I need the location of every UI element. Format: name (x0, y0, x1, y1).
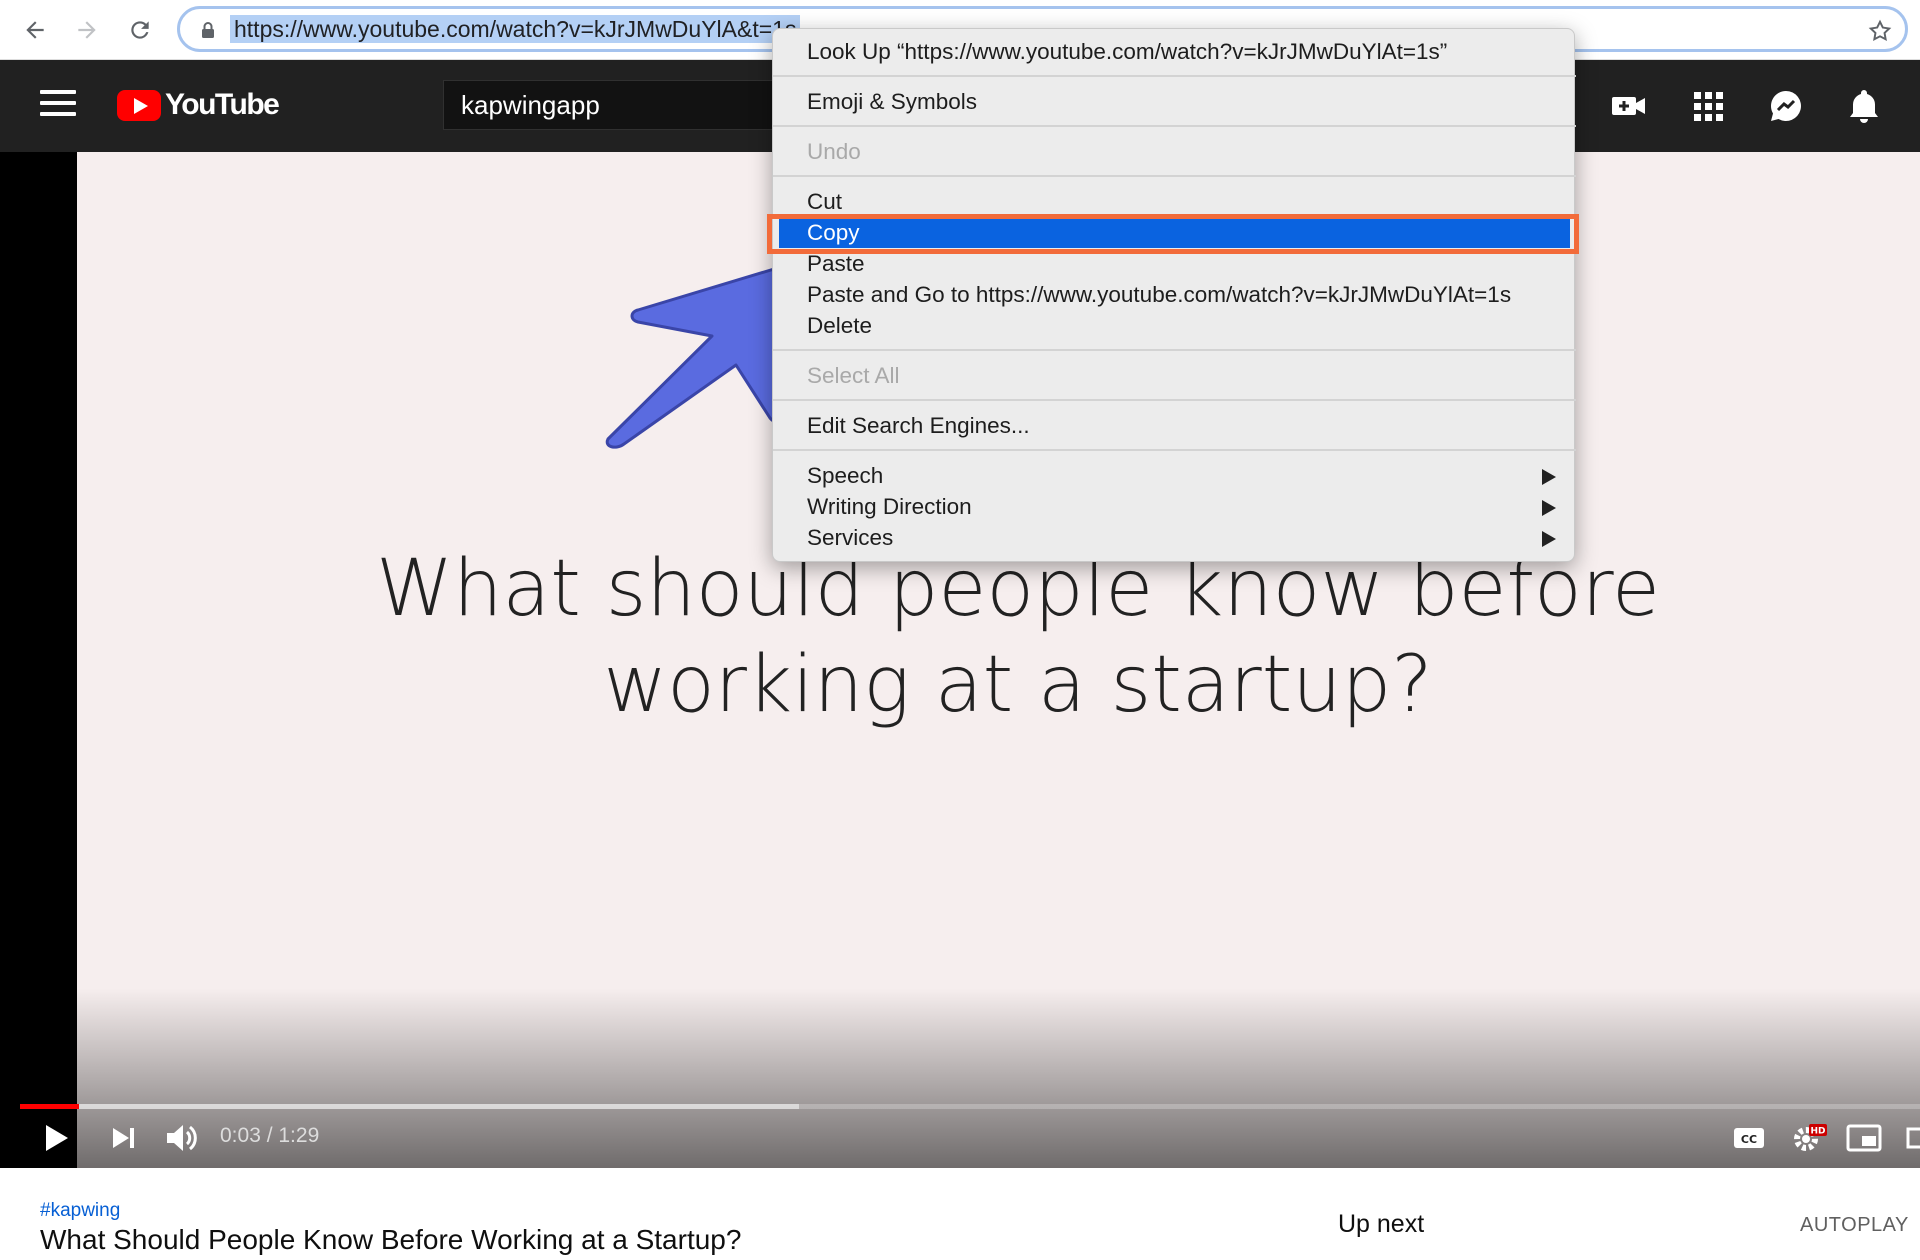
menu-item-paste-and-go[interactable]: Paste and Go to https://www.youtube.com/… (773, 279, 1576, 310)
video-title: What Should People Know Before Working a… (40, 1224, 742, 1255)
menu-item-writing-direction-label: Writing Direction (807, 494, 972, 519)
menu-item-delete[interactable]: Delete (773, 310, 1576, 341)
arrow-right-icon (78, 21, 96, 39)
autoplay-label: AUTOPLAY (1800, 1214, 1909, 1236)
progress-bar[interactable] (20, 1104, 1920, 1109)
bookmark-star-icon[interactable] (1867, 18, 1893, 44)
search-input[interactable]: kapwingapp (443, 80, 783, 130)
context-menu: Look Up “https://www.youtube.com/watch?v… (772, 28, 1576, 562)
menu-item-cut[interactable]: Cut (773, 186, 1576, 217)
reload-icon (131, 21, 149, 39)
hamburger-menu-icon[interactable] (40, 90, 76, 120)
progress-buffered (20, 1104, 799, 1109)
menu-item-emoji-symbols[interactable]: Emoji & Symbols (773, 86, 1576, 117)
menu-separator (773, 75, 1576, 77)
video-info: #kapwing What Should People Know Before … (0, 1168, 1920, 1260)
gear-icon: HD (1794, 1124, 1827, 1151)
menu-separator (773, 349, 1576, 351)
theater-mode-button[interactable] (1906, 1118, 1920, 1158)
hashtag-link[interactable]: #kapwing (40, 1200, 120, 1222)
arrow-left-icon (26, 21, 44, 39)
play-icon (46, 1125, 68, 1151)
menu-item-speech[interactable]: Speech (773, 460, 1576, 491)
play-button[interactable] (38, 1118, 72, 1158)
menu-separator (773, 399, 1576, 401)
menu-separator (773, 449, 1576, 451)
miniplayer-icon (1846, 1124, 1882, 1152)
menu-item-look-up[interactable]: Look Up “https://www.youtube.com/watch?v… (773, 36, 1576, 67)
youtube-play-logo-icon (117, 89, 161, 121)
url-text-selected[interactable]: https://www.youtube.com/watch?v=kJrJMwDu… (230, 15, 801, 43)
svg-text:CC: CC (1741, 1133, 1757, 1146)
annotation-arrow-icon (605, 264, 796, 449)
forward-button[interactable] (67, 10, 107, 50)
closed-captions-icon: CC (1734, 1128, 1764, 1148)
submenu-arrow-icon (1542, 469, 1556, 485)
submenu-arrow-icon (1542, 531, 1556, 547)
messages-icon[interactable] (1766, 86, 1806, 126)
menu-item-undo: Undo (807, 139, 861, 164)
progress-played (20, 1104, 79, 1109)
lock-icon (202, 22, 214, 38)
volume-icon (167, 1125, 197, 1151)
apps-grid-icon[interactable] (1688, 86, 1728, 126)
menu-item-edit-search-engines[interactable]: Edit Search Engines... (773, 410, 1576, 441)
time-display: 0:03 / 1:29 (220, 1124, 320, 1147)
next-button[interactable] (108, 1118, 138, 1158)
menu-item-services-label: Services (807, 525, 894, 550)
back-button[interactable] (15, 10, 55, 50)
up-next-label: Up next (1338, 1210, 1425, 1238)
menu-item-services[interactable]: Services (773, 522, 1576, 553)
notifications-bell-icon[interactable] (1844, 86, 1884, 126)
volume-button[interactable] (163, 1118, 199, 1158)
hd-badge: HD (1810, 1127, 1825, 1137)
settings-button[interactable]: HD (1788, 1118, 1828, 1158)
reload-button[interactable] (120, 10, 160, 50)
miniplayer-button[interactable] (1846, 1118, 1882, 1158)
video-slide-title-line-2: working at a startup? (603, 640, 1433, 730)
menu-separator (773, 175, 1576, 177)
create-video-icon[interactable] (1609, 86, 1649, 126)
copy-highlight-box (767, 214, 1579, 254)
menu-item-select-all: Select All (807, 363, 900, 388)
youtube-logo[interactable]: YouTube (117, 88, 280, 122)
captions-button[interactable]: CC (1732, 1118, 1766, 1158)
menu-separator (773, 125, 1576, 127)
youtube-logo-text: YouTube (165, 88, 280, 121)
skip-next-icon (113, 1128, 134, 1148)
submenu-arrow-icon (1542, 500, 1556, 516)
theater-mode-icon (1906, 1127, 1920, 1149)
menu-item-speech-label: Speech (807, 463, 884, 488)
menu-item-writing-direction[interactable]: Writing Direction (773, 491, 1576, 522)
